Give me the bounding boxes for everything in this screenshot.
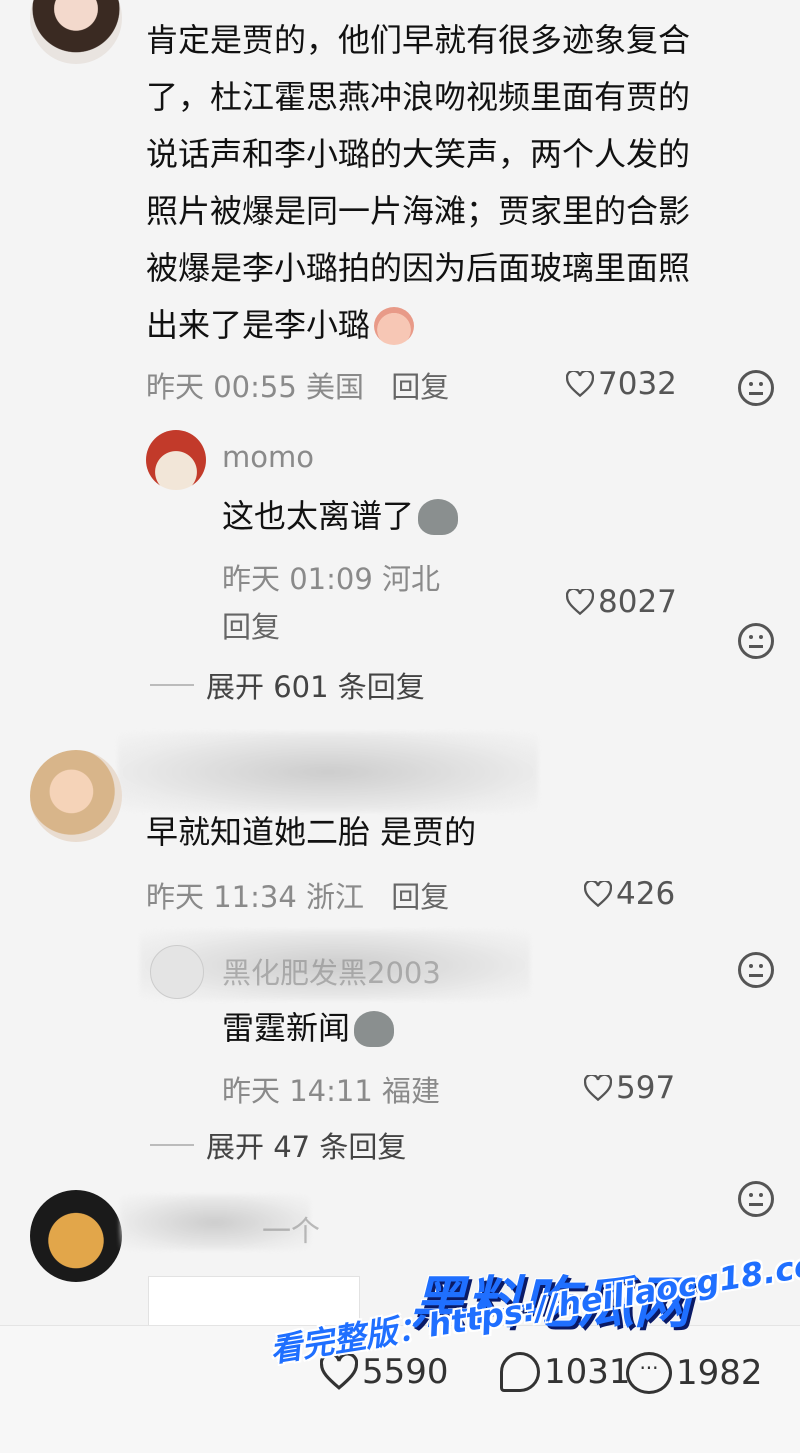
- avatar-comment-2[interactable]: [30, 750, 122, 842]
- comment-1-body: 肯定是贾的，他们早就有很多迹象复合 了，杜江霍思燕冲浪吻视频里面有贾的 说话声和…: [146, 12, 786, 354]
- crying-emoji-icon: [374, 306, 415, 345]
- reply-2-text-row: 雷霆新闻: [222, 1000, 395, 1057]
- avatar-reply-momo[interactable]: [146, 430, 206, 490]
- comment-1-text-end: 出来了是李小璐: [146, 306, 371, 344]
- comment-2-reply-button[interactable]: 回复: [391, 880, 449, 914]
- reply-1-username[interactable]: momo: [222, 440, 314, 474]
- heart-icon: [584, 1075, 612, 1101]
- comment-1-line-last: 出来了是李小璐: [146, 297, 786, 354]
- reply-2-like-count: 597: [616, 1070, 676, 1106]
- avatar-comment-3[interactable]: [30, 1190, 122, 1282]
- comment-1-line: 了，杜江霍思燕冲浪吻视频里面有贾的: [146, 78, 691, 116]
- reply-1-text: 这也太离谱了: [222, 497, 415, 535]
- heart-icon: [566, 589, 594, 615]
- chat-bubble-icon: ···: [626, 1352, 672, 1394]
- avatar-comment-1[interactable]: [30, 0, 122, 64]
- comment-2-like-count: 426: [616, 876, 676, 912]
- bottom-comment-button[interactable]: 1031: [500, 1352, 631, 1392]
- comment-2-time: 昨天 11:34 浙江: [146, 880, 365, 914]
- reply-1-time: 昨天 01:09 河北: [222, 562, 441, 596]
- heart-icon: [566, 371, 594, 397]
- expand-replies-2-label: 展开 47 条回复: [206, 1130, 407, 1164]
- heart-icon: [584, 881, 612, 907]
- reply-1-like-count: 8027: [598, 584, 677, 620]
- reply-1-like-button[interactable]: 8027: [566, 584, 677, 620]
- comment-icon: [500, 1352, 540, 1392]
- reply-1-text-row: 这也太离谱了: [222, 488, 459, 545]
- reply-1-reply-button[interactable]: 回复: [222, 604, 280, 646]
- comment-2-like-button[interactable]: 426: [584, 876, 675, 912]
- comment-1-like-count: 7032: [598, 366, 677, 402]
- dislike-icon[interactable]: [738, 952, 774, 988]
- reply-2-time: 昨天 14:11 福建: [222, 1074, 441, 1108]
- comment-1-meta: 昨天 00:55 美国 回复: [146, 364, 449, 406]
- reply-2-text: 雷霆新闻: [222, 1009, 351, 1047]
- comment-1-line: 肯定是贾的，他们早就有很多迹象复合: [146, 21, 691, 59]
- comment-3-username-fragment: 一个: [262, 1214, 321, 1248]
- avatar-reply-2[interactable]: [150, 945, 204, 999]
- bottom-share-button[interactable]: ··· 1982: [626, 1352, 763, 1394]
- dislike-icon[interactable]: [738, 370, 774, 406]
- bottom-share-count: 1982: [676, 1353, 763, 1393]
- reply-2-username[interactable]: 黑化肥发黑2003: [222, 950, 441, 992]
- sweat-emoji-icon: [354, 1010, 395, 1047]
- dislike-icon[interactable]: [738, 623, 774, 659]
- comment-1-line: 被爆是李小璐拍的因为后面玻璃里面照: [146, 249, 691, 287]
- comment-2-meta: 昨天 11:34 浙江 回复: [146, 874, 449, 916]
- comment-1-line: 照片被爆是同一片海滩；贾家里的合影: [146, 192, 691, 230]
- comment-2-text: 早就知道她二胎 是贾的: [146, 813, 477, 851]
- comment-1-time: 昨天 00:55 美国: [146, 370, 365, 404]
- bottom-like-count: 5590: [362, 1352, 449, 1392]
- expand-replies-2[interactable]: 展开 47 条回复: [150, 1124, 406, 1166]
- expand-replies-1-label: 展开 601 条回复: [206, 670, 425, 704]
- sweat-emoji-icon: [418, 498, 459, 535]
- comment-1-line: 说话声和李小璐的大笑声，两个人发的: [146, 135, 691, 173]
- bottom-comment-count: 1031: [544, 1352, 631, 1392]
- dislike-icon[interactable]: [738, 1181, 774, 1217]
- divider-line: [150, 1144, 194, 1146]
- comment-1-reply-button[interactable]: 回复: [391, 370, 449, 404]
- redacted-username: [118, 732, 538, 812]
- divider-line: [150, 684, 194, 686]
- reply-2-like-button[interactable]: 597: [584, 1070, 675, 1106]
- comment-1-like-button[interactable]: 7032: [566, 366, 677, 402]
- expand-replies-1[interactable]: 展开 601 条回复: [150, 664, 425, 706]
